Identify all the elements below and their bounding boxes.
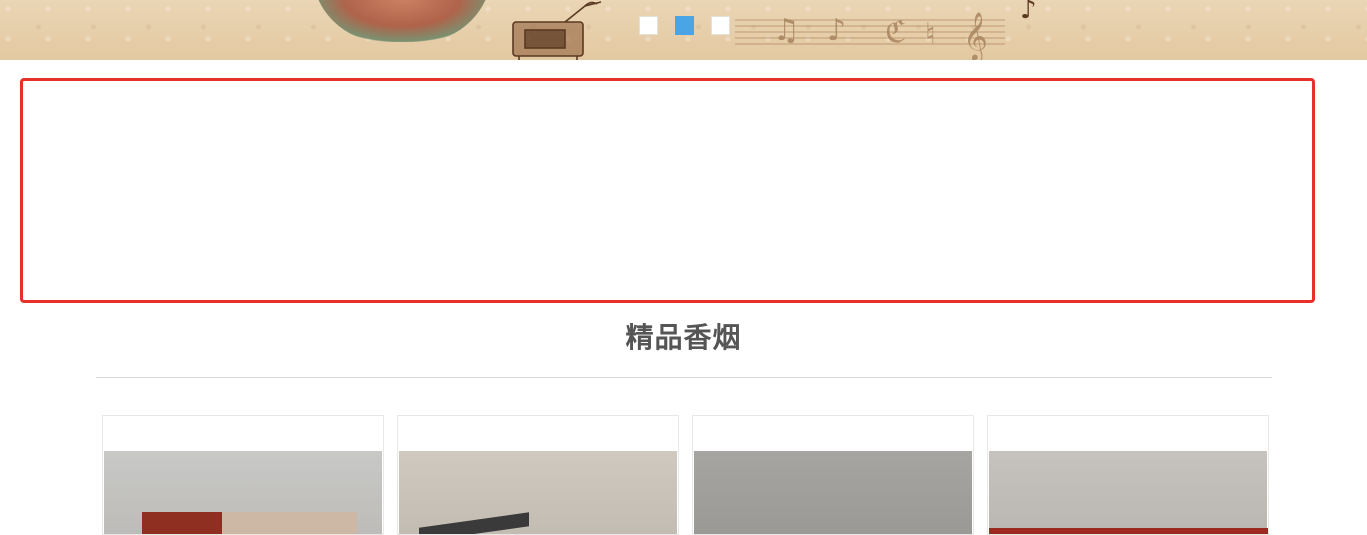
music-staff-icon: ♫ ♪ ℭ ♮ 𝄞 ♪	[735, 0, 1037, 60]
section-title: 精品香烟	[625, 321, 742, 354]
svg-text:♪: ♪	[827, 13, 846, 48]
svg-text:♮: ♮	[925, 17, 936, 52]
svg-text:𝄞: 𝄞	[963, 11, 988, 60]
carousel-dot-3[interactable]	[711, 16, 730, 35]
carousel-dot-2[interactable]	[675, 16, 694, 35]
product-image[interactable]	[694, 451, 972, 534]
product-card[interactable]	[987, 415, 1269, 535]
carousel-dot-1[interactable]	[639, 16, 658, 35]
product-card[interactable]	[102, 415, 384, 535]
gramophone-icon	[512, 1, 602, 60]
product-image[interactable]	[399, 451, 677, 534]
product-image[interactable]	[104, 451, 382, 534]
decorative-figure-illustration	[312, 0, 492, 42]
product-card[interactable]	[692, 415, 974, 535]
svg-text:♪: ♪	[1020, 0, 1037, 25]
product-grid	[102, 415, 1269, 535]
cigarette-pack-icon	[222, 512, 357, 534]
svg-text:ℭ: ℭ	[885, 15, 906, 50]
cigarette-pack-icon	[989, 528, 1268, 534]
highlighted-empty-region	[20, 78, 1315, 303]
product-image[interactable]	[989, 451, 1268, 534]
svg-text:♫: ♫	[773, 13, 800, 48]
product-card[interactable]	[397, 415, 679, 535]
cigarette-pack-icon	[142, 512, 222, 534]
section-divider	[96, 377, 1272, 378]
carousel-dots	[639, 16, 730, 35]
hero-banner[interactable]: ♫ ♪ ℭ ♮ 𝄞 ♪	[0, 0, 1367, 60]
